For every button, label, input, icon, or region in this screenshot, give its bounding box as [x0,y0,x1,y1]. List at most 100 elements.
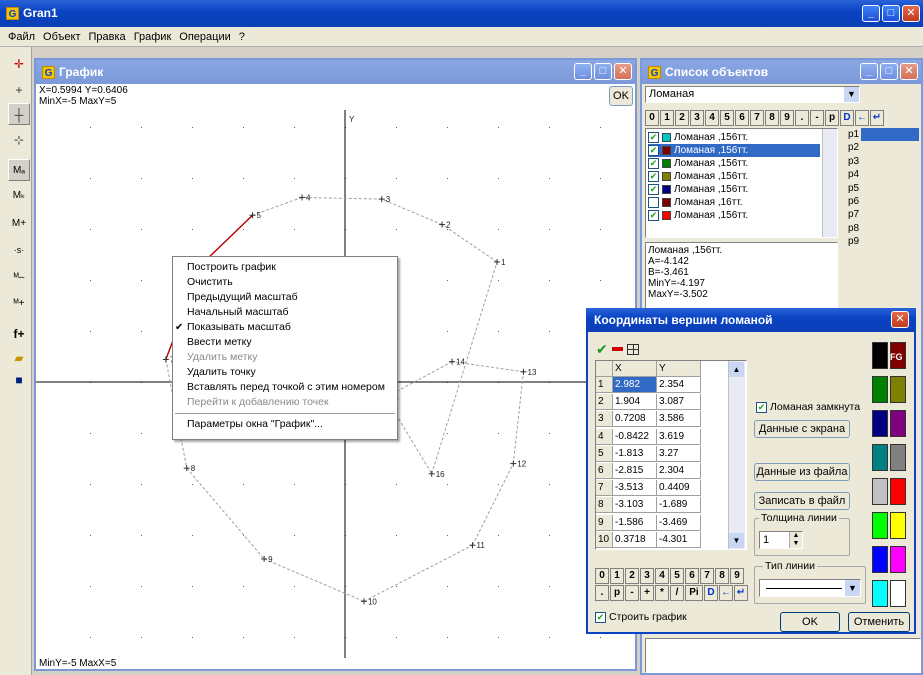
objects-param-highlight[interactable] [861,128,919,141]
add-point-icon[interactable]: ✛ [8,53,30,75]
list-item[interactable]: ✔ Ломаная ,156тт. [648,157,820,170]
coords-key[interactable]: * [655,585,669,601]
palette-color-swatch[interactable] [872,444,888,471]
app-maximize-button[interactable]: □ [882,5,900,22]
scale-plus-icon[interactable]: M+ [8,213,30,235]
objects-key-2[interactable]: 2 [675,110,689,126]
objects-maximize-button[interactable]: □ [880,63,898,80]
coords-key[interactable]: + [640,585,654,601]
graph-minimize-button[interactable]: _ [574,63,592,80]
table-cell-x[interactable]: 1.904 [613,394,657,411]
table-cell-y[interactable]: -4.301 [657,531,701,548]
palette-color-swatch[interactable] [872,410,888,437]
table-cell-y[interactable]: 3.586 [657,411,701,428]
objects-key-7[interactable]: 7 [750,110,764,126]
list-item[interactable]: Ломаная ,16тт. [648,196,820,209]
zoom-in-icon[interactable]: ᴹ+ [8,293,30,315]
context-menu-item[interactable]: Ввести метку [173,335,397,350]
coords-key[interactable]: / [670,585,684,601]
palette-color-swatch[interactable] [872,478,888,505]
backspace-arrow-icon[interactable]: ← [719,585,733,601]
object-visible-checkbox[interactable]: ✔ [648,132,659,143]
object-visible-checkbox[interactable]: ✔ [648,184,659,195]
table-cell-y[interactable]: 3.087 [657,394,701,411]
coords-table[interactable]: X Y 1 2.982 2.354 2 1.904 3.087 3 0.7208 3.586 4 -0.… [595,360,747,550]
coords-key[interactable]: p [610,585,624,601]
objects-key-1[interactable]: 1 [660,110,674,126]
chevron-down-icon[interactable]: ▼ [844,87,859,102]
menu-item-3[interactable]: График [130,27,176,47]
palette-color-swatch[interactable] [890,410,906,437]
table-cell-y[interactable]: 2.354 [657,377,701,393]
table-cell-y[interactable]: -1.689 [657,497,701,514]
objects-list[interactable]: ✔ Ломаная ,156тт. ✔ Ломаная ,156тт. ✔ Ломаная… [645,128,838,238]
table-cell-x[interactable]: -3.513 [613,480,657,497]
objects-close-button[interactable]: ✕ [900,63,918,80]
coords-key[interactable]: 9 [730,568,744,584]
coords-key[interactable]: 0 [595,568,609,584]
coords-table-scrollbar[interactable] [728,361,745,549]
objects-key-11[interactable]: - [810,110,824,126]
coords-key[interactable]: 2 [625,568,639,584]
object-visible-checkbox[interactable]: ✔ [648,171,659,182]
menu-item-0[interactable]: Файл [4,27,39,47]
function-icon[interactable]: f+ [8,323,30,345]
write-file-button[interactable]: Записать в файл [754,492,850,510]
palette-color-swatch[interactable] [890,376,906,403]
object-visible-checkbox[interactable] [648,197,659,208]
objects-key-12[interactable]: p [825,110,839,126]
context-menu-item[interactable]: Очистить [173,275,397,290]
context-menu-item[interactable]: Начальный масштаб [173,305,397,320]
app-minimize-button[interactable]: _ [862,5,880,22]
objects-key-10[interactable]: . [795,110,809,126]
build-graph-checkbox[interactable]: ✔ [595,611,606,623]
object-type-select[interactable]: Ломаная ▼ [645,86,860,103]
table-grid-icon[interactable] [626,343,639,355]
table-cell-x[interactable]: -2.815 [613,463,657,479]
enter-arrow-icon[interactable]: ↵ [734,585,748,601]
backspace-arrow-icon[interactable]: ← [855,110,869,126]
objects-key-0[interactable]: 0 [645,110,659,126]
context-menu-item[interactable]: Вставлять перед точкой с этим номером [173,380,397,395]
objects-key-13[interactable]: D [840,110,854,126]
objects-key-5[interactable]: 5 [720,110,734,126]
scroll-up-arrow-icon[interactable]: ▲ [729,362,744,377]
graph-maximize-button[interactable]: □ [594,63,612,80]
table-cell-x[interactable]: -1.586 [613,514,657,531]
move-point-icon[interactable]: ⊹ [8,129,30,151]
chevron-down-icon[interactable]: ▼ [845,580,860,596]
object-visible-checkbox[interactable]: ✔ [648,158,659,169]
list-item[interactable]: ✔ Ломаная ,156тт. [648,183,820,196]
list-item[interactable]: ✔ Ломаная ,156тт. [648,144,820,157]
scale-k-icon[interactable]: Mₖ [8,185,30,207]
context-menu-item[interactable]: Построить график [173,260,397,275]
list-item[interactable]: ✔ Ломаная ,156тт. [648,131,820,144]
objects-key-6[interactable]: 6 [735,110,749,126]
coords-key[interactable]: 1 [610,568,624,584]
line-width-spinner[interactable]: 1 ▲ ▼ [759,531,803,549]
palette-color-swatch[interactable] [872,580,888,607]
scale-a-icon[interactable]: Mₐ [8,159,30,181]
menu-item-2[interactable]: Правка [85,27,130,47]
palette-color-swatch[interactable] [890,512,906,539]
palette-color-swatch[interactable] [872,376,888,403]
table-cell-x[interactable]: 0.7208 [613,411,657,428]
palette-color-swatch[interactable] [890,546,906,573]
list-item[interactable]: ✔ Ломаная ,156тт. [648,209,820,222]
menu-item-5[interactable]: ? [235,27,249,47]
table-cell-y[interactable]: 2.304 [657,463,701,479]
context-menu-item[interactable]: Предыдущий масштаб [173,290,397,305]
palette-color-swatch[interactable] [872,512,888,539]
coords-key[interactable]: 6 [685,568,699,584]
coords-key[interactable]: 8 [715,568,729,584]
coords-key[interactable]: 4 [655,568,669,584]
app-close-button[interactable]: ✕ [902,5,920,22]
table-cell-x[interactable]: 2.982 [613,377,657,393]
objects-key-4[interactable]: 4 [705,110,719,126]
graph-close-button[interactable]: ✕ [614,63,632,80]
coords-key[interactable]: - [625,585,639,601]
table-cell-x[interactable]: 0.3718 [613,531,657,548]
objects-list-scrollbar[interactable] [822,129,837,237]
list-item[interactable]: ✔ Ломаная ,156тт. [648,170,820,183]
closed-checkbox-row[interactable]: ✔ Ломаная замкнута [756,401,860,413]
